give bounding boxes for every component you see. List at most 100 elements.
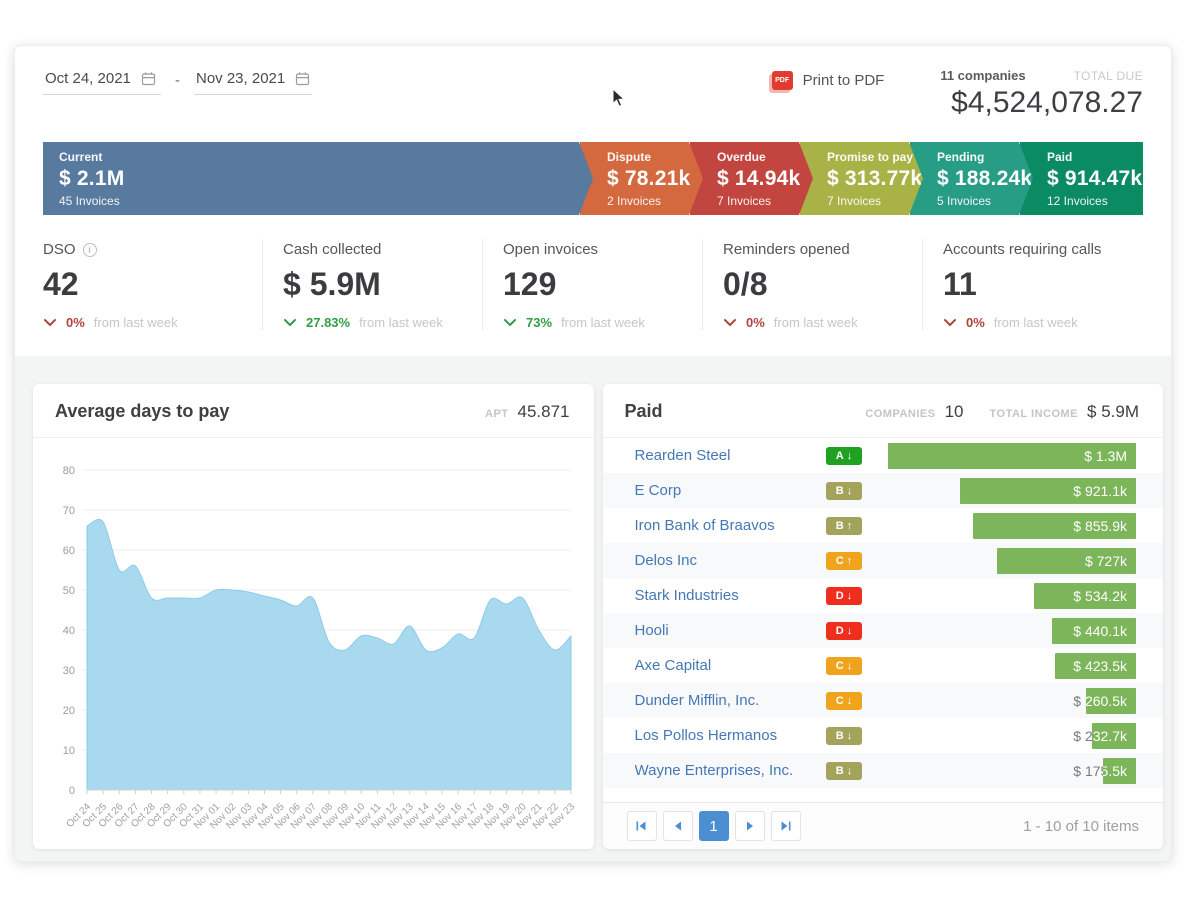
date-to-input[interactable]: Nov 23, 2021 [194,70,312,95]
funnel-segment-overdue[interactable]: Overdue $ 14.94k 7 Invoices [690,142,813,215]
companies-label: COMPANIES [865,408,935,420]
date-from-input[interactable]: Oct 24, 2021 [43,70,161,95]
previous-page-button[interactable] [663,811,693,841]
date-range: Oct 24, 2021 - Nov 23, 2021 [43,68,312,120]
kpi-cash-collected: Cash collected $ 5.9M 27.83%from last we… [263,239,483,330]
svg-text:80: 80 [63,465,75,477]
next-page-icon [746,821,754,831]
trend-arrow-icon: ↓ [847,730,853,742]
funnel-segment-value: $ 188.24k [937,167,1033,191]
amount-bar: $ 423.5k [1055,653,1136,679]
svg-text:30: 30 [63,665,75,677]
kpi-value: 42 [43,266,252,303]
svg-text:70: 70 [63,505,75,517]
company-link[interactable]: Delos Inc [635,552,827,569]
chevron-down-icon [503,318,517,327]
table-row: Stark Industries D↓ $ 534.2k$ 534.2k [603,578,1164,613]
date-to-value[interactable]: Nov 23, 2021 [196,70,285,87]
funnel-segment-dispute[interactable]: Dispute $ 78.21k 2 Invoices [580,142,703,215]
amount-bar: $ 855.9k [973,513,1136,539]
amount-bar-cell: $ 1.3M$ 1.3M [888,443,1136,469]
trend-arrow-icon: ↓ [847,695,853,707]
chevron-down-icon [943,318,957,327]
company-link[interactable]: Stark Industries [635,587,827,604]
trend-arrow-icon: ↓ [847,485,853,497]
grade-badge: B↓ [826,762,862,780]
header-right: PDF Print to PDF 11 companies TOTAL DUE … [772,68,1143,120]
date-range-separator: - [175,70,180,89]
kpi-delta-suffix: from last week [561,315,645,330]
trend-arrow-icon: ↓ [847,450,853,462]
company-link[interactable]: Los Pollos Hermanos [635,727,827,744]
apt-value: 45.871 [518,402,570,422]
company-link[interactable]: Iron Bank of Braavos [635,517,827,534]
kpi-title: Open invoices [503,241,598,258]
company-link[interactable]: Dunder Mifflin, Inc. [635,692,827,709]
totals-block: 11 companies TOTAL DUE $4,524,078.27 [940,68,1143,120]
company-link[interactable]: Hooli [635,622,827,639]
amount-bar: $ 260.5k [1086,688,1136,714]
funnel-segment-label: Dispute [607,150,703,164]
kpi-title: Reminders opened [723,241,850,258]
dashboard-page: Oct 24, 2021 - Nov 23, 2021 PDF Print to… [0,0,1200,909]
funnel-segment-value: $ 914.47k [1047,167,1143,191]
kpi-value: 0/8 [723,266,912,303]
funnel-segment-promise-to-pay[interactable]: Promise to pay $ 313.77k 7 Invoices [800,142,923,215]
panel-title: Average days to pay [55,401,229,422]
chevron-down-icon [723,318,737,327]
average-days-to-pay-panel: Average days to pay APT 45.871 010203040… [33,384,594,849]
table-row: Los Pollos Hermanos B↓ $ 232.7k$ 232.7k [603,718,1164,753]
chevron-down-icon [283,318,297,327]
kpi-accounts-requiring-calls: Accounts requiring calls 11 0%from last … [923,239,1143,330]
amount-bar-cell: $ 534.2k$ 534.2k [888,583,1136,609]
invoice-status-funnel: Current $ 2.1M 45 Invoices Dispute $ 78.… [43,142,1143,215]
svg-text:20: 20 [63,705,75,717]
funnel-segment-value: $ 313.77k [827,167,923,191]
last-page-button[interactable] [771,811,801,841]
svg-text:0: 0 [69,785,75,797]
funnel-segment-pending[interactable]: Pending $ 188.24k 5 Invoices [910,142,1033,215]
previous-page-icon [674,821,682,831]
grade-badge: B↑ [826,517,862,535]
svg-text:40: 40 [63,625,75,637]
company-link[interactable]: Axe Capital [635,657,827,674]
funnel-segment-value: $ 78.21k [607,167,703,191]
grade-badge: A↓ [826,447,862,465]
amount-bar: $ 727k [997,548,1136,574]
amount-bar-cell: $ 175.5k$ 175.5k [888,758,1136,784]
table-row: Wayne Enterprises, Inc. B↓ $ 175.5k$ 175… [603,753,1164,788]
funnel-segment-current[interactable]: Current $ 2.1M 45 Invoices [43,142,593,215]
funnel-segment-paid[interactable]: Paid $ 914.47k 12 Invoices [1020,142,1143,215]
date-from-value[interactable]: Oct 24, 2021 [45,70,131,87]
company-link[interactable]: E Corp [635,482,827,499]
kpi-row: DSOi 42 0%from last week Cash collected … [43,239,1143,356]
grade-badge: C↑ [826,552,862,570]
next-page-button[interactable] [735,811,765,841]
amount-bar-cell: $ 921.1k$ 921.1k [888,478,1136,504]
print-to-pdf-label: Print to PDF [803,72,885,89]
total-income-value: $ 5.9M [1087,402,1139,422]
table-row: Iron Bank of Braavos B↑ $ 855.9k$ 855.9k [603,508,1164,543]
amount-bar: $ 175.5k [1103,758,1136,784]
calendar-icon[interactable] [295,71,310,86]
company-link[interactable]: Rearden Steel [635,447,827,464]
companies-count: 11 companies [940,68,1025,83]
amount-bar-cell: $ 232.7k$ 232.7k [888,723,1136,749]
svg-text:10: 10 [63,745,75,757]
print-to-pdf-button[interactable]: PDF Print to PDF [772,68,885,90]
total-due-value: $4,524,078.27 [951,86,1143,120]
funnel-segment-label: Paid [1047,150,1143,164]
grade-badge: D↓ [826,622,862,640]
pdf-icon: PDF [772,71,793,90]
table-row: E Corp B↓ $ 921.1k$ 921.1k [603,473,1164,508]
funnel-segment-invoices: 7 Invoices [827,194,923,208]
trend-arrow-icon: ↓ [847,625,853,637]
info-icon[interactable]: i [83,243,97,257]
page-number-button[interactable]: 1 [699,811,729,841]
calendar-icon[interactable] [141,71,156,86]
company-link[interactable]: Wayne Enterprises, Inc. [635,762,827,779]
funnel-segment-value: $ 14.94k [717,167,813,191]
first-page-button[interactable] [627,811,657,841]
area-chart-svg: 01020304050607080Oct 24Oct 25Oct 26Oct 2… [43,452,583,844]
dashboard-card: Oct 24, 2021 - Nov 23, 2021 PDF Print to… [14,45,1172,862]
